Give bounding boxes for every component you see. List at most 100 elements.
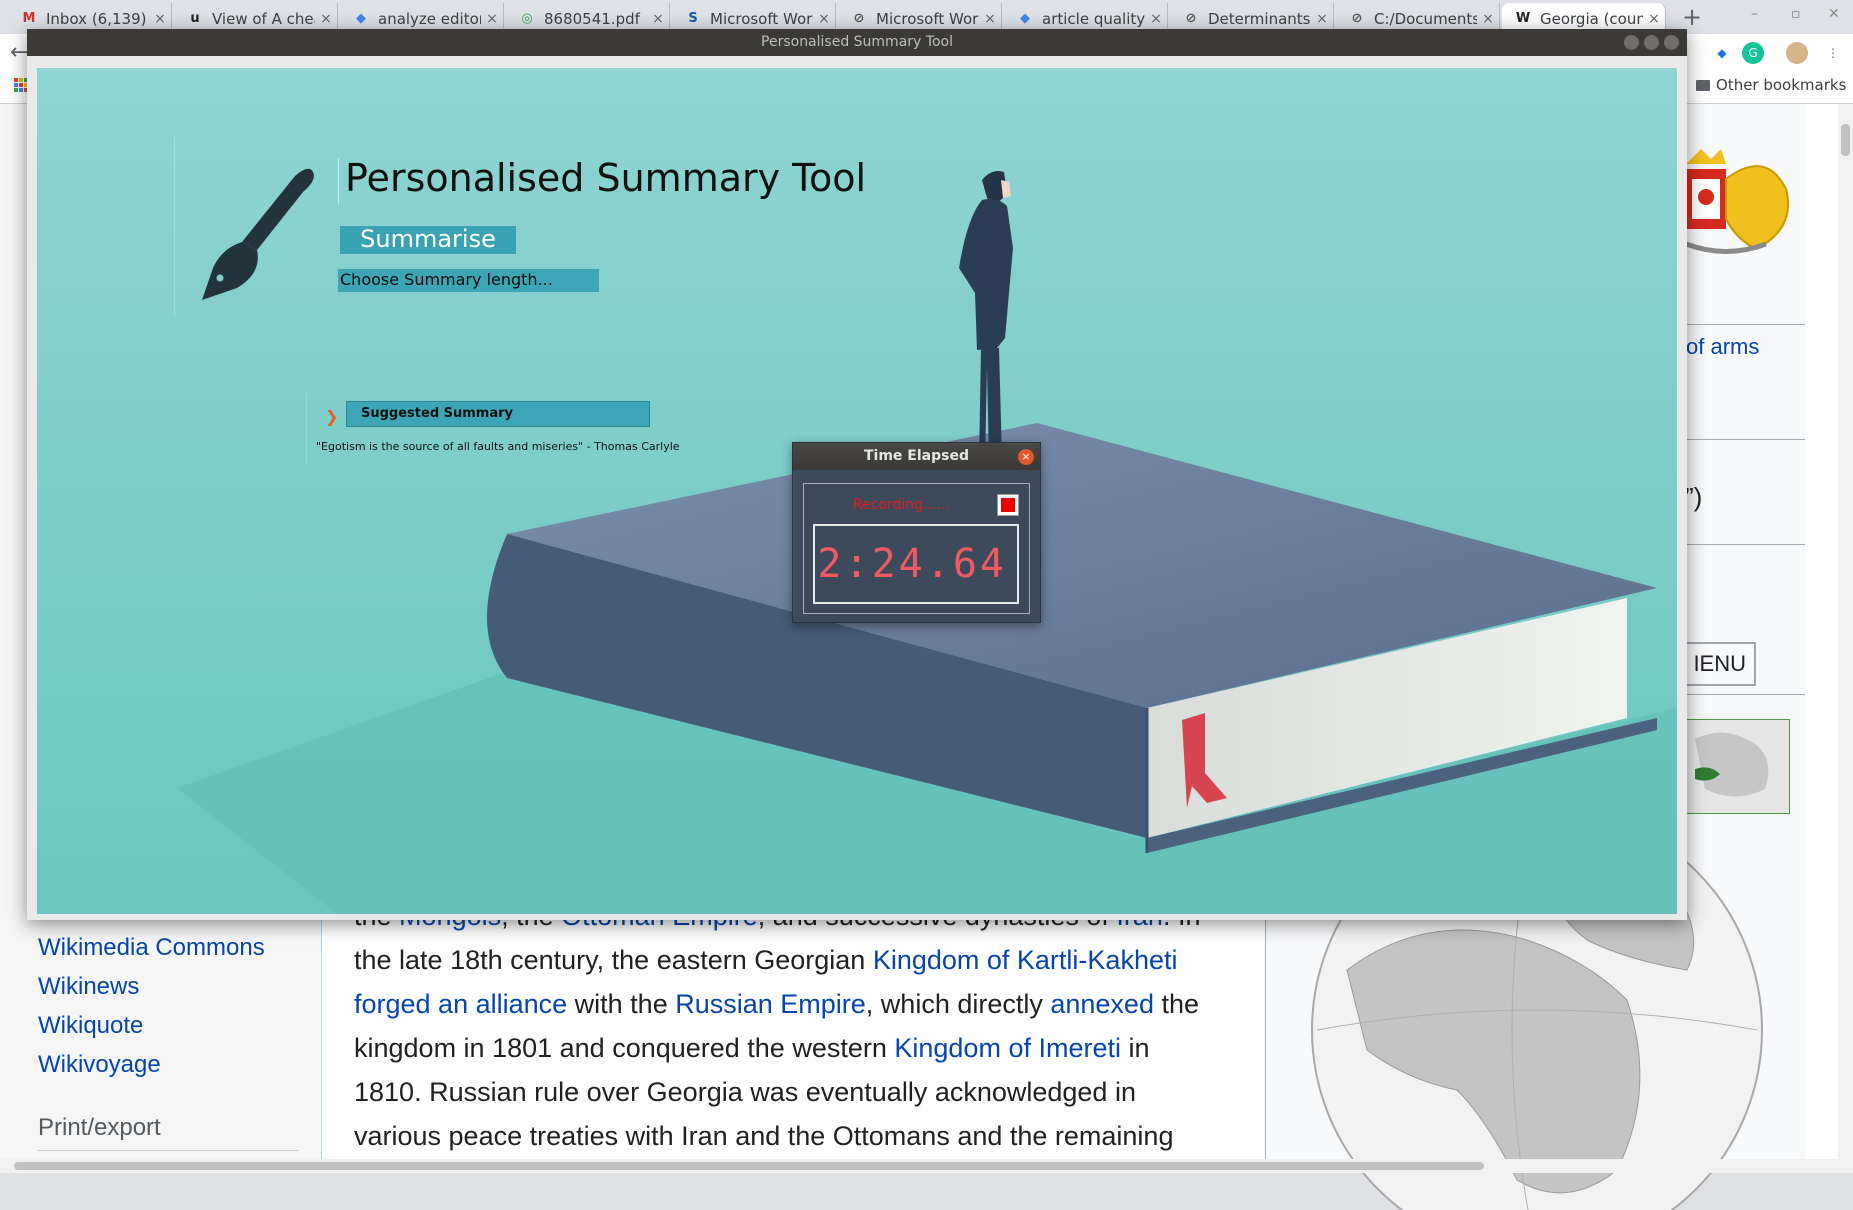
grammarly-icon[interactable]: G: [1742, 42, 1764, 64]
time-elapsed-dialog: Time Elapsed × Recording...... 2:24.64: [792, 442, 1041, 623]
coat-of-arms-link[interactable]: of arms: [1686, 334, 1759, 360]
maximize-window-icon[interactable]: [1644, 35, 1659, 50]
tool-window-title: Personalised Summary Tool: [761, 34, 953, 50]
new-tab-button[interactable]: +: [1678, 3, 1706, 31]
pdf-viewer-icon: ◎: [521, 11, 533, 26]
folder-icon: [1696, 79, 1710, 91]
recording-status: Recording......: [853, 497, 950, 513]
horizontal-scroll-thumb[interactable]: [14, 1162, 1484, 1170]
elapsed-time-value: 2:24.64: [817, 541, 1007, 587]
article-text: in: [1120, 1033, 1150, 1063]
summary-divider: [306, 390, 307, 464]
semantic-scholar-icon: S: [688, 11, 698, 26]
tab-title: View of A chea: [212, 9, 315, 28]
article-link[interactable]: Kingdom of Kartli-Kakheti: [873, 945, 1178, 975]
article-link[interactable]: Kingdom of Imereti: [894, 1033, 1121, 1063]
tab-title: Determinants: [1208, 9, 1311, 28]
sidebar-heading-print-export: Print/export: [38, 1114, 161, 1141]
minimize-browser-icon[interactable]: –: [1751, 6, 1758, 22]
profile-avatar[interactable]: [1786, 42, 1808, 64]
article-text: the late 18th century, the eastern Georg…: [354, 945, 873, 975]
tab-title: C:/Documents: [1374, 9, 1477, 28]
article-text: 1810. Russian rule over Georgia was even…: [354, 1077, 1136, 1107]
other-bookmarks-label: Other bookmarks: [1716, 76, 1847, 94]
sidebar-link[interactable]: Wikiquote: [38, 1012, 143, 1040]
tab-title: article quality: [1042, 9, 1145, 28]
infobox-rule: [1685, 694, 1805, 695]
close-tab-icon[interactable]: ×: [315, 11, 337, 27]
close-tab-icon[interactable]: ×: [481, 11, 503, 27]
vertical-scrollbar[interactable]: [1838, 104, 1853, 1163]
article-text: , which directly: [865, 989, 1051, 1019]
u-icon: u: [190, 11, 200, 26]
coat-of-arms-image[interactable]: [1686, 149, 1806, 279]
apps-grid-icon[interactable]: [14, 78, 28, 92]
tab-title: Georgia (coun: [1540, 9, 1643, 28]
tab-title: Microsoft Wor: [710, 9, 813, 28]
infobox-rule: [1685, 324, 1805, 325]
extension-cap-icon[interactable]: ◆: [1711, 42, 1733, 64]
tool-window-titlebar[interactable]: Personalised Summary Tool: [27, 29, 1687, 56]
sidebar-link[interactable]: Wikimedia Commons: [38, 934, 265, 962]
vertical-scroll-thumb[interactable]: [1841, 124, 1850, 156]
stop-square-icon: [1001, 498, 1015, 512]
stop-recording-button[interactable]: [997, 494, 1019, 516]
elapsed-time-display: 2:24.64: [813, 524, 1019, 604]
close-tab-icon[interactable]: ×: [647, 11, 669, 27]
summarise-button[interactable]: Summarise: [338, 224, 518, 256]
tool-heading: Personalised Summary Tool: [345, 156, 866, 200]
infobox-rule: [1685, 544, 1805, 545]
tab-title: Inbox (6,139) -: [46, 9, 149, 28]
wikipedia-icon: W: [1515, 11, 1531, 26]
close-browser-icon[interactable]: ✕: [1828, 6, 1840, 22]
tab-title: 8680541.pdf: [544, 9, 640, 28]
sidebar-link[interactable]: Wikinews: [38, 973, 139, 1001]
link-icon: ⊘: [853, 11, 865, 26]
article-link[interactable]: forged an alliance: [354, 989, 567, 1019]
close-timer-icon[interactable]: ×: [1018, 449, 1034, 465]
close-tab-icon[interactable]: ×: [813, 11, 835, 27]
header-divider: [174, 137, 175, 317]
sidebar-divider: [38, 1150, 298, 1151]
timer-title: Time Elapsed: [864, 448, 969, 464]
other-bookmarks-folder[interactable]: Other bookmarks: [1696, 76, 1846, 94]
article-line: kingdom in 1801 and conquered the wester…: [354, 1026, 1234, 1070]
close-window-icon[interactable]: [1664, 35, 1679, 50]
close-tab-icon[interactable]: ×: [1477, 11, 1499, 27]
link-icon: ⊘: [1185, 11, 1197, 26]
back-arrow-icon[interactable]: ←: [10, 40, 28, 65]
maximize-browser-icon[interactable]: ▫: [1791, 6, 1801, 22]
tab-title: Microsoft Wor: [876, 9, 979, 28]
suggested-summary-text: "Egotism is the source of all faults and…: [316, 440, 680, 453]
browser-menu-icon[interactable]: ⋮: [1822, 42, 1844, 64]
article-line: various peace treaties with Iran and the…: [354, 1114, 1234, 1158]
close-tab-icon[interactable]: ×: [149, 11, 171, 27]
close-tab-icon[interactable]: ×: [1311, 11, 1333, 27]
infobox-rule: [1685, 439, 1805, 440]
gmail-icon: M: [22, 11, 36, 26]
link-icon: ⊘: [1351, 11, 1363, 26]
close-tab-icon[interactable]: ×: [979, 11, 1001, 27]
article-link[interactable]: annexed: [1050, 989, 1154, 1019]
close-tab-icon[interactable]: ×: [1145, 11, 1167, 27]
article-text: the: [1153, 989, 1200, 1019]
article-text: various peace treaties with Iran and the…: [354, 1121, 1174, 1151]
timer-titlebar[interactable]: Time Elapsed: [793, 443, 1040, 470]
motto-fragment: ”): [1685, 482, 1703, 512]
summary-length-dropdown[interactable]: Choose Summary length...: [338, 269, 599, 292]
drive-icon: ◆: [356, 11, 366, 26]
article-line: the late 18th century, the eastern Georg…: [354, 938, 1234, 982]
article-text: kingdom in 1801 and conquered the wester…: [354, 1033, 895, 1063]
close-tab-icon[interactable]: ×: [1643, 11, 1665, 27]
tab-title: analyze editor: [378, 9, 481, 28]
article-line: forged an alliance with the Russian Empi…: [354, 982, 1234, 1026]
minimize-window-icon[interactable]: [1624, 35, 1639, 50]
article-link[interactable]: Russian Empire: [675, 989, 866, 1019]
horizontal-scrollbar[interactable]: [0, 1159, 1853, 1173]
drive-icon: ◆: [1020, 11, 1030, 26]
suggested-summary-header[interactable]: Suggested Summary: [346, 401, 650, 427]
sidebar-link[interactable]: Wikivoyage: [38, 1051, 161, 1079]
article-body: the Mongols, the Ottoman Empire, and suc…: [354, 894, 1234, 1158]
expand-arrow-icon[interactable]: ❯: [325, 407, 338, 426]
timer-panel: Recording...... 2:24.64: [803, 483, 1030, 614]
